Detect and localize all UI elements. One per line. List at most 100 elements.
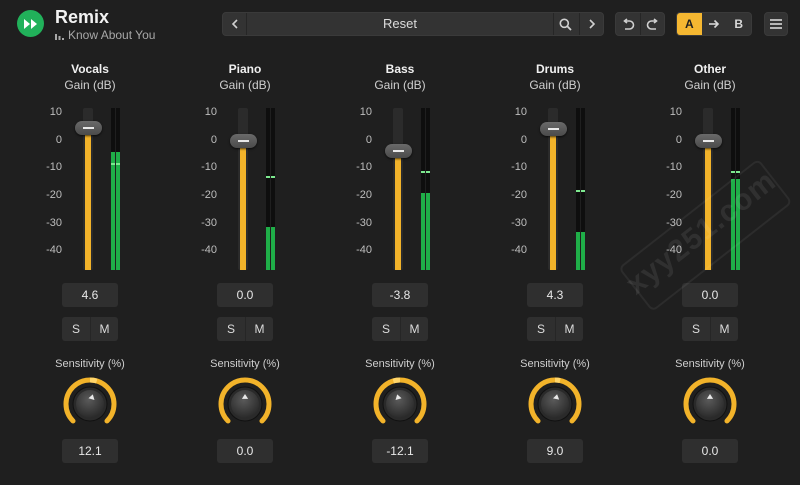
scale-tick-label: -30: [46, 217, 62, 229]
sensitivity-label: Sensitivity (%): [210, 358, 280, 370]
peak-indicator: [581, 190, 585, 193]
peak-indicator: [576, 190, 580, 193]
gain-fader-fill: [550, 128, 556, 270]
sensitivity-knob[interactable]: [372, 376, 428, 432]
gain-unit-label: Gain (dB): [529, 78, 581, 92]
scale-tick-label: 0: [210, 134, 217, 146]
gain-fader-handle[interactable]: [695, 134, 722, 148]
channel-strip-vocals: Vocals Gain (dB) 10 0 -10 -20 -30 -40 4.6 S M…: [25, 0, 155, 485]
channel-strip-piano: Piano Gain (dB) 10 0 -10 -20 -30 -40 0.0 S M …: [180, 0, 310, 485]
gain-fader-fill: [85, 128, 91, 270]
gain-fader-fill: [240, 141, 246, 270]
gain-fader-fill: [395, 151, 401, 270]
solo-button[interactable]: S: [372, 317, 400, 341]
gain-value-field[interactable]: 0.0: [682, 283, 738, 307]
sensitivity-value-field[interactable]: 9.0: [527, 439, 583, 463]
scale-tick-label: -10: [46, 161, 62, 173]
solo-button[interactable]: S: [682, 317, 710, 341]
mute-button[interactable]: M: [245, 317, 273, 341]
channel-strip-drums: Drums Gain (dB) 10 0 -10 -20 -30 -40 4.3 S M …: [490, 0, 620, 485]
scale-tick-label: 0: [675, 134, 682, 146]
gain-fader[interactable]: [540, 108, 567, 270]
gain-value-field[interactable]: 4.6: [62, 283, 118, 307]
peak-indicator: [421, 170, 425, 173]
mute-button[interactable]: M: [400, 317, 428, 341]
mute-button[interactable]: M: [90, 317, 118, 341]
gain-value-field[interactable]: -3.8: [372, 283, 428, 307]
level-meter-fill: [581, 232, 585, 270]
solo-button[interactable]: S: [527, 317, 555, 341]
sensitivity-value-field[interactable]: -12.1: [372, 439, 428, 463]
mute-button[interactable]: M: [710, 317, 738, 341]
sensitivity-value-field[interactable]: 0.0: [682, 439, 738, 463]
level-meter-fill: [426, 193, 430, 270]
scale-tick-label: -40: [511, 244, 527, 256]
level-meter-left: [421, 108, 425, 270]
peak-indicator: [111, 162, 115, 165]
gain-fader-handle[interactable]: [75, 121, 102, 136]
db-scale: 10 0 -10 -20 -30 -40: [180, 105, 220, 265]
sensitivity-value-field[interactable]: 0.0: [217, 439, 273, 463]
sensitivity-knob[interactable]: [62, 376, 118, 432]
gain-fader[interactable]: [75, 108, 102, 270]
mute-button[interactable]: M: [555, 317, 583, 341]
sensitivity-label: Sensitivity (%): [675, 358, 745, 370]
scale-tick-label: -20: [511, 189, 527, 201]
solo-button[interactable]: S: [217, 317, 245, 341]
solo-button[interactable]: S: [62, 317, 90, 341]
scale-tick-label: 10: [204, 106, 217, 118]
sensitivity-label: Sensitivity (%): [520, 358, 590, 370]
level-meter-fill: [111, 151, 115, 270]
scale-tick-label: -30: [201, 217, 217, 229]
gain-fader-handle[interactable]: [385, 144, 412, 159]
scale-tick-label: 0: [365, 134, 372, 146]
scale-tick-label: -40: [201, 244, 217, 256]
level-meter-left: [111, 108, 115, 270]
gain-value-field[interactable]: 4.3: [527, 283, 583, 307]
channel-strip-bass: Bass Gain (dB) 10 0 -10 -20 -30 -40 -3.8 S M …: [335, 0, 465, 485]
level-meter-right: [581, 108, 585, 270]
channel-name: Drums: [535, 62, 574, 76]
scale-tick-label: 10: [359, 106, 372, 118]
level-meter-right: [271, 108, 275, 270]
scale-tick-label: 0: [55, 134, 62, 146]
gain-unit-label: Gain (dB): [374, 78, 426, 92]
peak-indicator: [426, 170, 430, 173]
channel-name: Vocals: [71, 62, 109, 76]
sensitivity-knob[interactable]: [682, 376, 738, 432]
peak-indicator: [266, 176, 270, 179]
gain-unit-label: Gain (dB): [684, 78, 736, 92]
scale-tick-label: -20: [46, 189, 62, 201]
db-scale: 10 0 -10 -20 -30 -40: [25, 105, 65, 265]
scale-tick-label: -20: [201, 189, 217, 201]
undo-icon: [623, 17, 635, 30]
scale-tick-label: -40: [356, 244, 372, 256]
level-meter-fill: [116, 151, 120, 270]
level-meter-fill: [421, 193, 425, 270]
sensitivity-label: Sensitivity (%): [365, 358, 435, 370]
scale-tick-label: -10: [511, 161, 527, 173]
gain-fader[interactable]: [230, 108, 257, 270]
peak-indicator: [116, 162, 120, 165]
gain-fader[interactable]: [385, 108, 412, 270]
scale-tick-label: -10: [666, 161, 682, 173]
sensitivity-knob[interactable]: [217, 376, 273, 432]
gain-value-field[interactable]: 0.0: [217, 283, 273, 307]
db-scale: 10 0 -10 -20 -30 -40: [335, 105, 375, 265]
level-meter-right: [426, 108, 430, 270]
level-meter-right: [116, 108, 120, 270]
gain-fader-handle[interactable]: [540, 121, 567, 136]
scale-tick-label: 10: [514, 106, 527, 118]
level-meter-fill: [271, 226, 275, 270]
sensitivity-knob[interactable]: [527, 376, 583, 432]
scale-tick-label: -10: [201, 161, 217, 173]
scale-tick-label: -10: [356, 161, 372, 173]
gain-fader-handle[interactable]: [230, 134, 257, 148]
scale-tick-label: 10: [49, 106, 62, 118]
sensitivity-value-field[interactable]: 12.1: [62, 439, 118, 463]
peak-indicator: [731, 170, 735, 173]
db-scale: 10 0 -10 -20 -30 -40: [490, 105, 530, 265]
scale-tick-label: 0: [520, 134, 527, 146]
scale-tick-label: -30: [356, 217, 372, 229]
level-meter-left: [266, 108, 270, 270]
